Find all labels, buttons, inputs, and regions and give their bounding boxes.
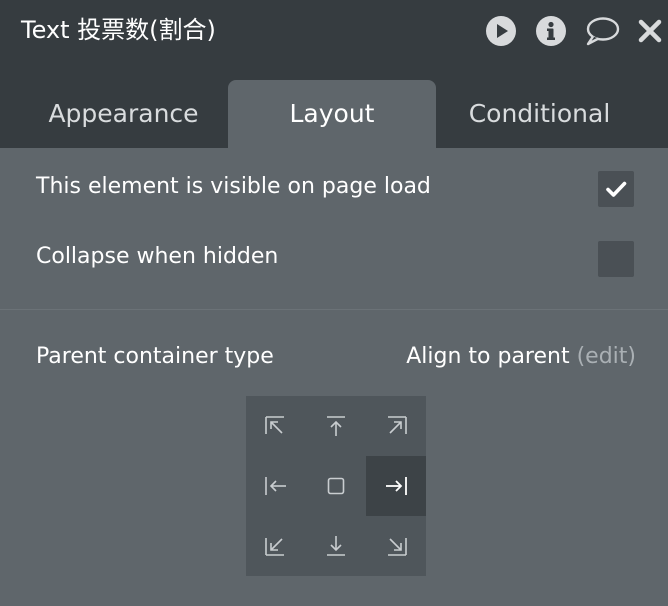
align-middle-right-icon[interactable] — [366, 456, 426, 516]
close-icon[interactable] — [636, 15, 668, 47]
align-bottom-right-icon[interactable] — [366, 516, 426, 576]
visible-on-load-checkbox[interactable] — [598, 171, 634, 207]
tab-bar: Appearance Layout Conditional — [0, 66, 668, 148]
align-top-left-icon[interactable] — [246, 396, 306, 456]
tab-layout[interactable]: Layout — [228, 80, 436, 148]
align-top-right-icon[interactable] — [366, 396, 426, 456]
tab-appearance[interactable]: Appearance — [20, 80, 227, 148]
comment-icon[interactable] — [584, 15, 620, 47]
parent-container-type-label: Parent container type — [36, 344, 274, 369]
align-bottom-left-icon[interactable] — [246, 516, 306, 576]
info-icon[interactable] — [535, 15, 567, 47]
container-type-text: Align to parent — [406, 344, 570, 369]
play-icon[interactable] — [485, 15, 517, 47]
alignment-grid — [246, 396, 426, 576]
element-title: Text 投票数(割合) — [21, 16, 216, 44]
panel-header: Text 投票数(割合) — [0, 0, 668, 66]
visible-on-load-label: This element is visible on page load — [36, 174, 431, 199]
tab-conditional[interactable]: Conditional — [436, 80, 643, 148]
collapse-when-hidden-checkbox[interactable] — [598, 241, 634, 277]
align-center-icon[interactable] — [306, 456, 366, 516]
checkmark-icon — [606, 181, 627, 197]
container-type-value: Align to parent (edit) — [406, 344, 636, 369]
collapse-when-hidden-label: Collapse when hidden — [36, 244, 279, 269]
align-top-center-icon[interactable] — [306, 396, 366, 456]
edit-container-link[interactable]: (edit) — [577, 344, 636, 369]
align-middle-left-icon[interactable] — [246, 456, 306, 516]
section-divider — [0, 309, 668, 310]
align-bottom-center-icon[interactable] — [306, 516, 366, 576]
